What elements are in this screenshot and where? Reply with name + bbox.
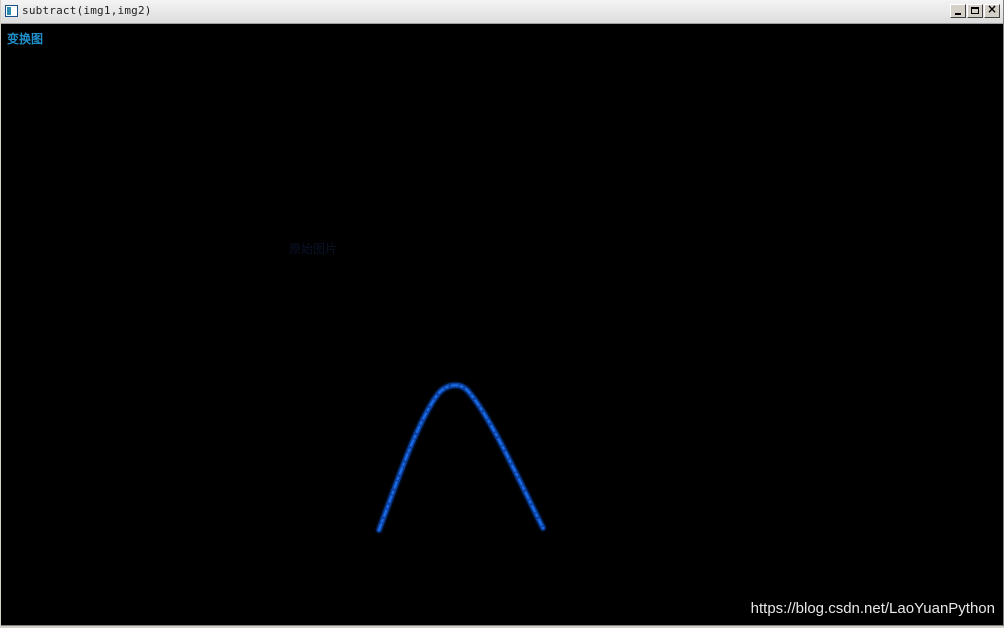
title-bar[interactable]: subtract(img1,img2) × [1,0,1003,24]
watermark-url: https://blog.csdn.net/LaoYuanPython [750,600,995,617]
app-window: subtract(img1,img2) × 变换图 原始图片 https://b… [0,0,1004,628]
minimize-icon [955,13,961,15]
curve-drawing [376,382,546,533]
maximize-button[interactable] [967,4,983,18]
image-canvas: 变换图 原始图片 https://blog.csdn.net/LaoYuanPy… [2,24,1003,625]
parabola-curve [376,382,546,533]
maximize-icon [971,7,979,14]
close-button[interactable]: × [984,2,1000,18]
window-title: subtract(img1,img2) [22,4,152,17]
app-window-icon[interactable] [5,5,18,17]
close-icon: × [987,2,998,16]
minimize-button[interactable] [950,4,966,18]
